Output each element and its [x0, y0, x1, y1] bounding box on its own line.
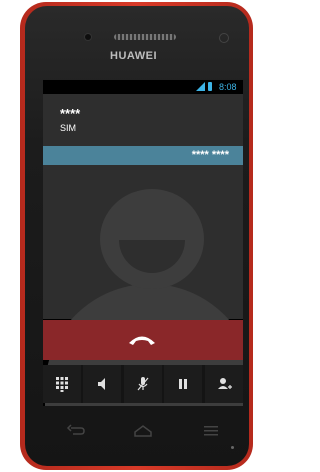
- speaker-icon: [98, 378, 105, 390]
- mute-button[interactable]: [124, 365, 162, 403]
- brand-logo: HUAWEI: [110, 50, 157, 62]
- home-icon: [134, 425, 152, 437]
- phone-screen: 8:08 **** SIM **** ****: [43, 80, 243, 406]
- battery-icon: [208, 82, 212, 91]
- mute-icon: [137, 377, 149, 391]
- status-clock: 8:08: [219, 82, 237, 92]
- end-call-icon: [129, 336, 155, 345]
- navigation-bar: [43, 410, 243, 452]
- back-button[interactable]: [65, 422, 87, 438]
- add-call-button[interactable]: [205, 365, 243, 403]
- phone-number-bar: **** ****: [43, 146, 243, 165]
- status-bar: 8:08: [43, 80, 243, 94]
- speaker-button[interactable]: [83, 365, 121, 403]
- front-camera: [85, 34, 91, 40]
- proximity-sensor: [219, 33, 229, 43]
- hold-button[interactable]: [164, 365, 202, 403]
- earpiece-speaker: [114, 34, 176, 40]
- home-button[interactable]: [132, 422, 154, 438]
- in-call-controls: [43, 365, 243, 403]
- caller-sim-label: SIM: [60, 123, 77, 133]
- phone-number: **** ****: [191, 149, 229, 161]
- microphone-hole: [231, 446, 234, 449]
- dialpad-icon: [56, 377, 68, 392]
- add-call-icon: [218, 378, 232, 389]
- back-icon: [66, 424, 85, 435]
- end-call-button[interactable]: [43, 320, 243, 360]
- avatar-head: [100, 189, 204, 289]
- caller-name: ****: [60, 106, 81, 121]
- menu-button[interactable]: [200, 422, 222, 438]
- hold-icon: [179, 379, 187, 389]
- dialpad-button[interactable]: [43, 365, 81, 403]
- menu-icon: [204, 426, 218, 436]
- signal-icon: [196, 82, 205, 91]
